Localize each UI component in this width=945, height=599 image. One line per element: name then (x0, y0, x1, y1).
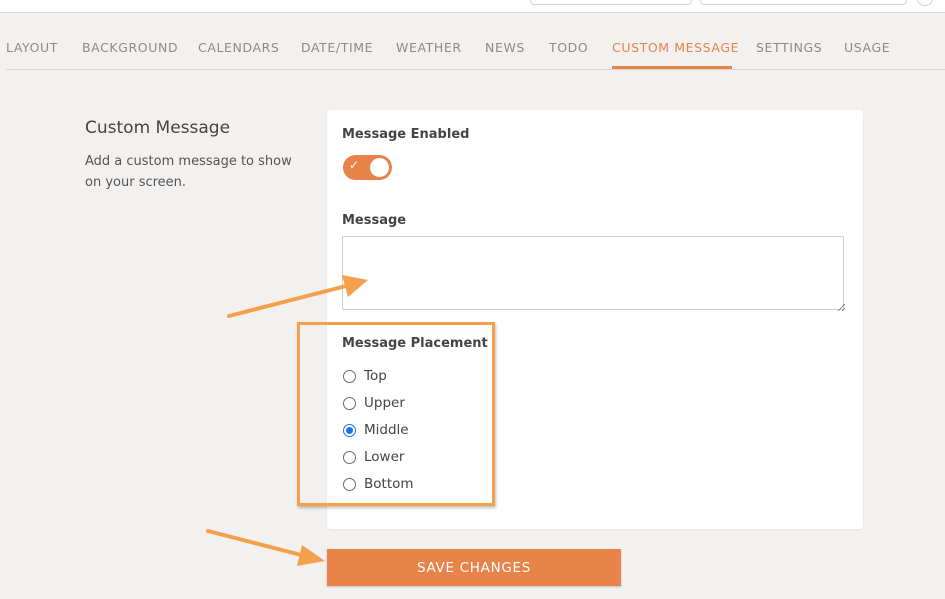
settings-tabs: LAYOUT BACKGROUND CALENDARS DATE/TIME WE… (6, 40, 945, 70)
top-field-2[interactable] (700, 0, 907, 5)
message-enabled-label: Message Enabled (342, 127, 470, 142)
tab-todo[interactable]: TODO (549, 40, 588, 56)
tab-background[interactable]: BACKGROUND (82, 40, 178, 56)
tab-news[interactable]: NEWS (485, 40, 525, 56)
tab-custom-message[interactable]: CUSTOM MESSAGE (612, 40, 739, 56)
resize-grip-icon[interactable] (837, 303, 845, 311)
save-changes-button[interactable]: SAVE CHANGES (327, 549, 621, 586)
arrow-to-save-icon (206, 529, 325, 566)
active-tab-indicator (612, 66, 732, 69)
tab-date-time[interactable]: DATE/TIME (301, 40, 373, 56)
top-field-1[interactable] (530, 0, 692, 5)
annotation-highlight-box (297, 322, 495, 506)
message-textarea[interactable] (342, 236, 844, 310)
tab-calendars[interactable]: CALENDARS (198, 40, 279, 56)
tab-weather[interactable]: WEATHER (396, 40, 462, 56)
toggle-knob (370, 158, 389, 177)
section-description: Add a custom message to show on your scr… (85, 154, 292, 190)
top-bar (0, 0, 945, 13)
section-title: Custom Message (85, 118, 231, 138)
message-enabled-toggle[interactable]: ✓ (343, 155, 392, 180)
check-icon: ✓ (349, 158, 360, 172)
tab-settings[interactable]: SETTINGS (756, 40, 822, 56)
message-label: Message (342, 213, 407, 228)
tab-usage[interactable]: USAGE (844, 40, 890, 56)
tab-layout[interactable]: LAYOUT (6, 40, 58, 56)
user-icon[interactable] (917, 0, 933, 6)
